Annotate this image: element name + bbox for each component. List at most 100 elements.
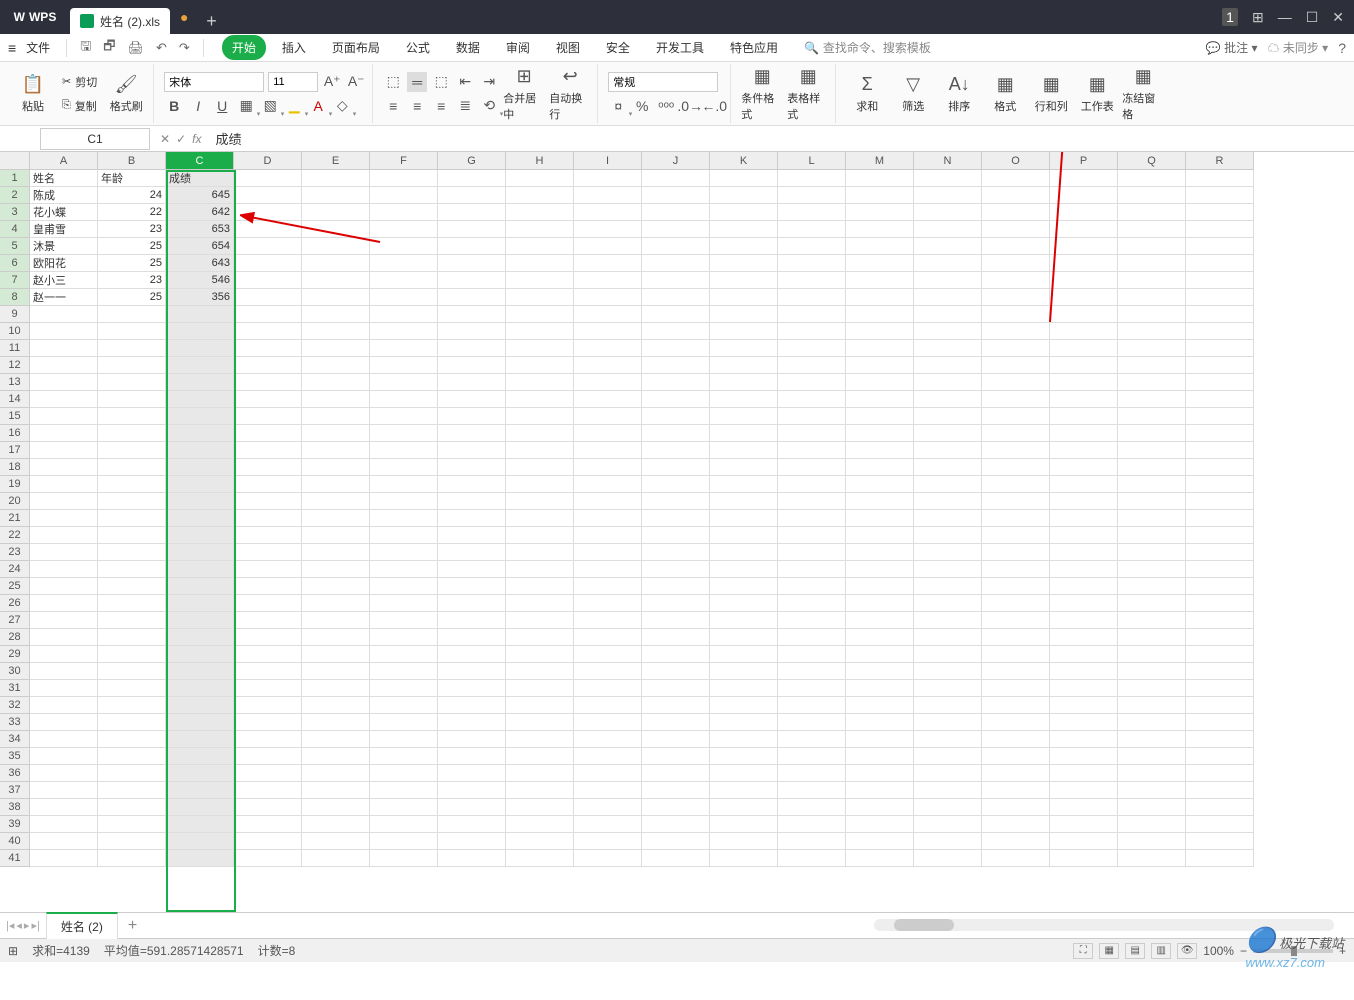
cell[interactable] xyxy=(166,493,234,510)
cell[interactable] xyxy=(302,238,370,255)
col-header-E[interactable]: E xyxy=(302,152,370,170)
cell[interactable] xyxy=(98,680,166,697)
cell[interactable] xyxy=(506,561,574,578)
cell[interactable] xyxy=(234,221,302,238)
col-header-K[interactable]: K xyxy=(710,152,778,170)
cell[interactable] xyxy=(302,493,370,510)
cell[interactable] xyxy=(914,612,982,629)
cell[interactable] xyxy=(914,527,982,544)
cell[interactable] xyxy=(166,612,234,629)
cell[interactable] xyxy=(98,340,166,357)
status-mode-icon[interactable]: ⊞ xyxy=(8,944,18,958)
cell[interactable] xyxy=(778,357,846,374)
cell[interactable] xyxy=(98,442,166,459)
cell[interactable] xyxy=(642,697,710,714)
cell[interactable] xyxy=(642,561,710,578)
cell[interactable] xyxy=(710,595,778,612)
cell[interactable] xyxy=(710,306,778,323)
cell[interactable] xyxy=(234,697,302,714)
cell[interactable] xyxy=(1050,527,1118,544)
pagebreak-view-icon[interactable]: ▥ xyxy=(1151,943,1171,959)
cell[interactable] xyxy=(1118,578,1186,595)
row-header-35[interactable]: 35 xyxy=(0,748,30,765)
cell[interactable] xyxy=(1118,527,1186,544)
cell[interactable] xyxy=(710,391,778,408)
cell[interactable] xyxy=(506,289,574,306)
cell[interactable] xyxy=(846,578,914,595)
cell[interactable] xyxy=(1186,391,1254,408)
print-preview-icon[interactable]: 🗗 xyxy=(98,34,120,62)
add-sheet-button[interactable]: + xyxy=(118,917,147,935)
menu-tab-页面布局[interactable]: 页面布局 xyxy=(322,35,390,60)
cell[interactable] xyxy=(438,374,506,391)
cell[interactable] xyxy=(574,646,642,663)
cell[interactable] xyxy=(506,357,574,374)
row-header-16[interactable]: 16 xyxy=(0,425,30,442)
app-launcher-icon[interactable]: ⊞ xyxy=(1252,9,1264,26)
cell[interactable] xyxy=(710,544,778,561)
cell[interactable] xyxy=(1050,323,1118,340)
cell[interactable] xyxy=(914,510,982,527)
cell[interactable] xyxy=(370,459,438,476)
cell[interactable] xyxy=(302,697,370,714)
row-header-18[interactable]: 18 xyxy=(0,459,30,476)
cell[interactable] xyxy=(1186,425,1254,442)
cell[interactable] xyxy=(914,238,982,255)
cell[interactable] xyxy=(778,748,846,765)
cell[interactable] xyxy=(574,731,642,748)
cell[interactable] xyxy=(234,731,302,748)
cell[interactable] xyxy=(1118,646,1186,663)
cell[interactable] xyxy=(30,527,98,544)
freeze-button[interactable]: ▦冻结窗格 xyxy=(1122,65,1164,123)
cell[interactable] xyxy=(370,629,438,646)
cell[interactable] xyxy=(1186,204,1254,221)
cell[interactable] xyxy=(166,731,234,748)
cell[interactable]: 642 xyxy=(166,204,234,221)
cell[interactable] xyxy=(438,306,506,323)
number-format-select[interactable] xyxy=(608,72,718,92)
col-header-G[interactable]: G xyxy=(438,152,506,170)
cell[interactable] xyxy=(574,238,642,255)
cell[interactable] xyxy=(574,748,642,765)
fullscreen-icon[interactable]: ⛶ xyxy=(1073,943,1093,959)
cell[interactable] xyxy=(506,527,574,544)
cell[interactable] xyxy=(30,578,98,595)
cell[interactable] xyxy=(710,612,778,629)
cell[interactable] xyxy=(1118,765,1186,782)
cell[interactable] xyxy=(642,765,710,782)
cell[interactable] xyxy=(438,408,506,425)
cell[interactable] xyxy=(710,646,778,663)
cell[interactable] xyxy=(234,459,302,476)
cell[interactable] xyxy=(370,646,438,663)
cell[interactable] xyxy=(846,663,914,680)
cell[interactable] xyxy=(166,765,234,782)
cell[interactable] xyxy=(506,595,574,612)
cell[interactable] xyxy=(30,663,98,680)
cell[interactable] xyxy=(778,459,846,476)
row-header-41[interactable]: 41 xyxy=(0,850,30,867)
close-icon[interactable]: ✕ xyxy=(1332,9,1344,26)
cell[interactable] xyxy=(710,187,778,204)
cell[interactable]: 645 xyxy=(166,187,234,204)
cell[interactable]: 653 xyxy=(166,221,234,238)
cell[interactable] xyxy=(370,391,438,408)
cell[interactable] xyxy=(370,799,438,816)
cell[interactable] xyxy=(1118,221,1186,238)
cell[interactable] xyxy=(914,544,982,561)
border-icon[interactable]: ▦ xyxy=(236,96,256,116)
cell[interactable] xyxy=(234,323,302,340)
cell[interactable] xyxy=(506,476,574,493)
cell[interactable] xyxy=(1050,255,1118,272)
cell[interactable] xyxy=(370,340,438,357)
cell[interactable] xyxy=(846,748,914,765)
cell[interactable] xyxy=(914,714,982,731)
cell[interactable] xyxy=(30,816,98,833)
cell[interactable] xyxy=(982,595,1050,612)
cell[interactable] xyxy=(846,731,914,748)
cell[interactable] xyxy=(370,357,438,374)
cell[interactable] xyxy=(234,765,302,782)
cell[interactable] xyxy=(438,527,506,544)
cell[interactable]: 皇甫雪 xyxy=(30,221,98,238)
cell[interactable] xyxy=(982,289,1050,306)
cell[interactable] xyxy=(438,272,506,289)
